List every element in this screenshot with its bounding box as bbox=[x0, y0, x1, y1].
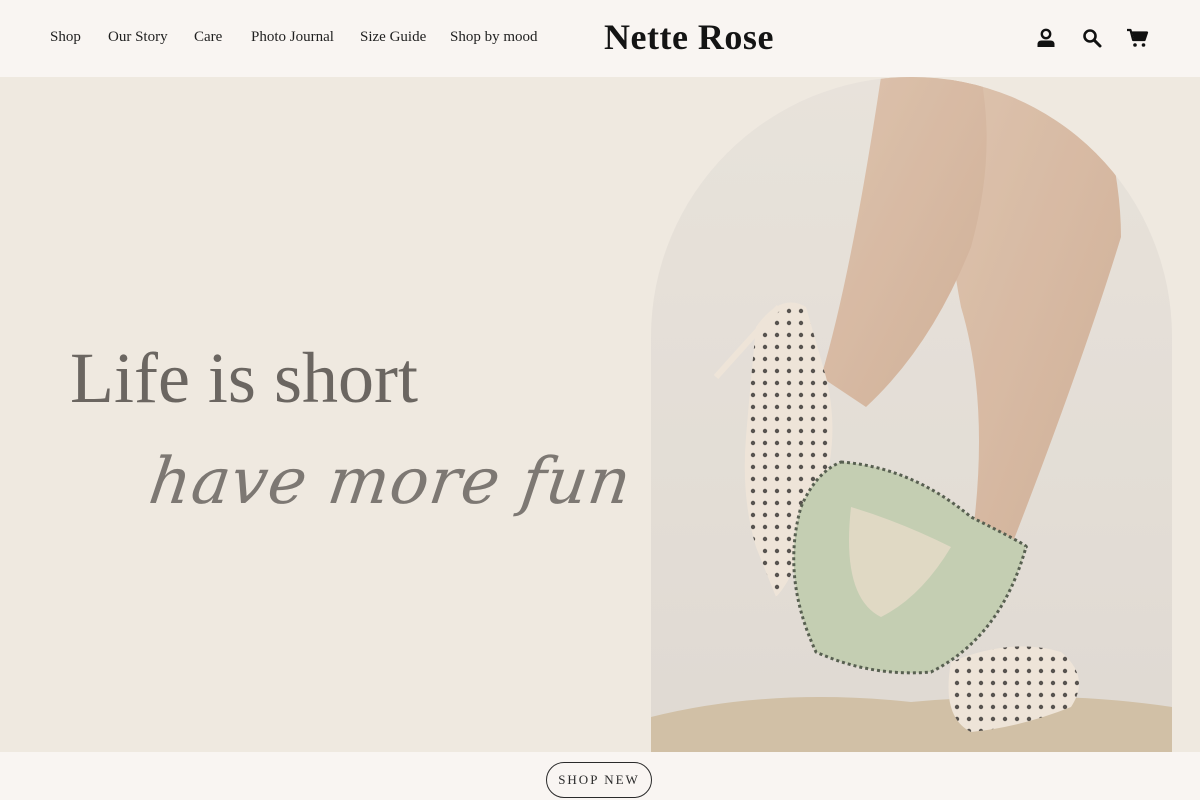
site-header: Shop Our Story Care Photo Journal Size G… bbox=[0, 0, 1200, 77]
brand-logo[interactable]: Nette Rose bbox=[604, 16, 774, 58]
search-icon[interactable] bbox=[1080, 26, 1104, 50]
hero-image bbox=[651, 77, 1172, 752]
nav-item-our-story[interactable]: Our Story bbox=[108, 29, 168, 46]
nav-item-size-guide[interactable]: Size Guide bbox=[360, 29, 426, 46]
cart-icon[interactable] bbox=[1126, 26, 1150, 50]
cta-bar: SHOP NEW bbox=[0, 752, 1200, 800]
shop-new-button[interactable]: SHOP NEW bbox=[546, 762, 652, 798]
nav-item-care[interactable]: Care bbox=[194, 29, 222, 46]
account-icon[interactable] bbox=[1034, 26, 1058, 50]
hero-headline: Life is short bbox=[70, 338, 418, 418]
hero-script-line: have more fun bbox=[144, 445, 637, 519]
nav-item-photo-journal[interactable]: Photo Journal bbox=[251, 29, 334, 46]
nav-item-shop[interactable]: Shop bbox=[50, 29, 81, 46]
model-legs-polka-dot-heels-image bbox=[651, 77, 1172, 752]
hero-banner[interactable]: Life is short have more fun bbox=[0, 77, 1200, 752]
nav-item-shop-by-mood[interactable]: Shop by mood bbox=[450, 29, 538, 46]
